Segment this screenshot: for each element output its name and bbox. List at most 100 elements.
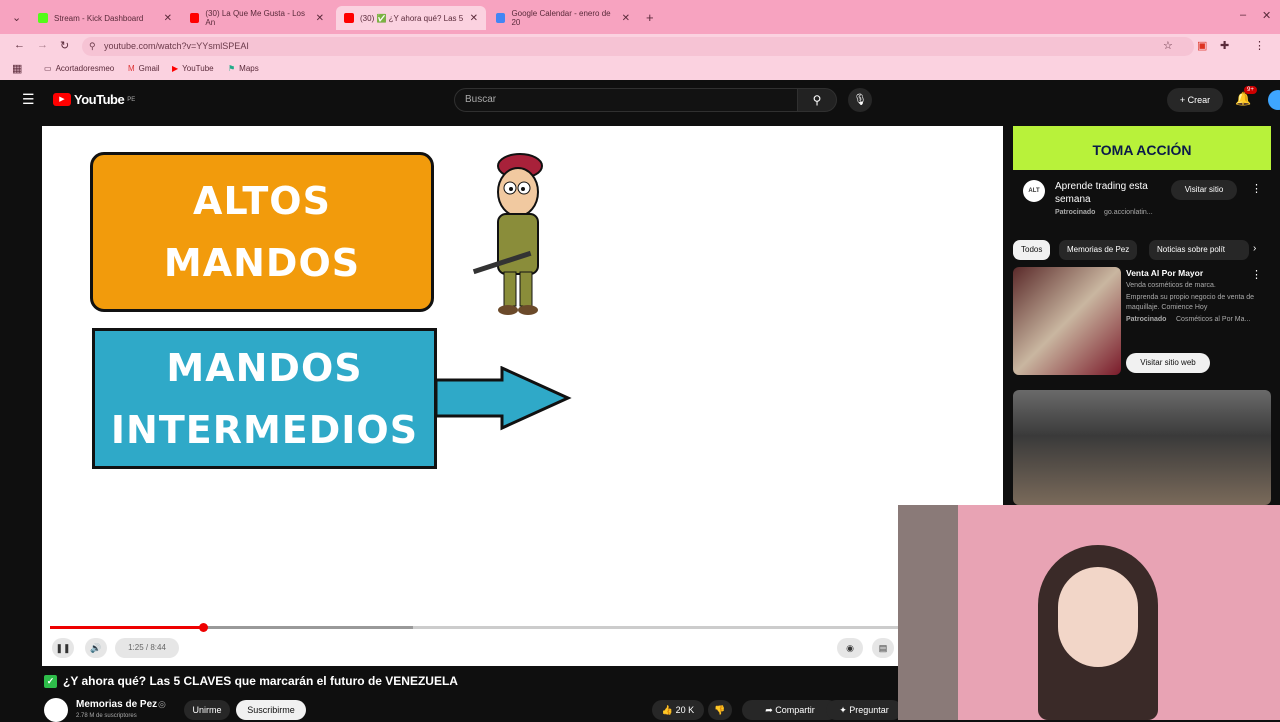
bookmark-label: Acortadoresmeo <box>55 64 115 73</box>
bookmark-star-icon[interactable]: ☆ <box>1163 39 1173 52</box>
sparkle-icon: ✦ <box>839 705 847 715</box>
check-icon: ✓ <box>44 674 57 688</box>
channel-name[interactable]: Memorias de Pez <box>76 699 157 710</box>
subscriber-count: 2.78 M de suscriptores <box>76 713 137 719</box>
close-icon[interactable]: ✕ <box>316 13 324 24</box>
menu-icon[interactable]: ⋮ <box>1254 39 1265 52</box>
ask-button[interactable]: ✦ Preguntar <box>826 700 902 720</box>
ad2-sponsor-label: Patrocinado <box>1126 316 1167 323</box>
create-button[interactable]: + Crear <box>1167 88 1223 112</box>
chip-todos[interactable]: Todos <box>1013 240 1051 260</box>
extension-icon[interactable]: ▣ <box>1197 39 1207 52</box>
more-options-icon[interactable]: ⋮ <box>1251 182 1262 195</box>
tab-youtube-active[interactable]: (30) ✅ ¿Y ahora qué? Las 5 ✕ <box>336 6 486 30</box>
ad-banner[interactable]: TOMA ACCIÓN <box>1013 126 1271 170</box>
video-thumbnail[interactable] <box>1013 390 1271 505</box>
time-display: 1:25 / 8:44 <box>115 638 179 658</box>
tab-youtube-1[interactable]: (30) La Que Me Gusta - Los An ✕ <box>182 6 332 30</box>
ad2-domain: Cosméticos al Por Ma... <box>1176 316 1251 323</box>
gmail-icon: M <box>128 64 135 73</box>
dislike-button[interactable]: 👎 <box>708 700 732 720</box>
video-player[interactable]: ALTOS MANDOS MANDOS INTERMEDIOS <box>42 126 1003 666</box>
forward-icon[interactable]: → <box>37 39 48 51</box>
chip-noticias[interactable]: Noticias sobre polít <box>1149 240 1249 260</box>
close-icon[interactable]: ✕ <box>164 13 172 24</box>
bookmark-youtube[interactable]: ▶ YouTube <box>172 64 214 73</box>
player-controls: ❚❚ 🔊 1:25 / 8:44 ◉ ▤ <box>42 620 898 666</box>
share-button[interactable]: ➦ Compartir <box>742 700 838 720</box>
extensions-puzzle-icon[interactable]: ✚ <box>1220 39 1229 52</box>
thumbs-up-icon: 👍 <box>661 705 674 715</box>
visit-website-button[interactable]: Visitar sitio web <box>1126 353 1210 373</box>
video-title: ¿Y ahora qué? Las 5 CLAVES que marcarán … <box>63 674 458 688</box>
volume-button[interactable]: 🔊 <box>85 638 107 658</box>
arrow-right-graphic <box>434 366 572 431</box>
calendar-favicon-icon <box>496 13 506 23</box>
visit-site-button[interactable]: Visitar sitio <box>1171 180 1237 200</box>
ad-sponsor-label: Patrocinado <box>1055 209 1096 216</box>
subtitles-button[interactable]: ▤ <box>872 638 894 658</box>
sponsored-ad[interactable]: TOMA ACCIÓN ALT Aprende trading esta sem… <box>1013 126 1271 230</box>
subscribe-button[interactable]: Suscribirme <box>236 700 306 720</box>
tab-kick[interactable]: Stream - Kick Dashboard ✕ <box>30 6 180 30</box>
region-label: PE <box>127 96 136 103</box>
scrubber-handle[interactable] <box>198 623 208 632</box>
avatar[interactable] <box>1268 90 1280 110</box>
filter-chips: Todos Memorias de Pez Noticias sobre pol… <box>1013 240 1271 260</box>
tab-calendar[interactable]: Google Calendar - enero de 20 ✕ <box>488 6 638 30</box>
like-count: 20 K <box>675 705 695 715</box>
chevron-right-icon[interactable]: › <box>1253 243 1256 254</box>
site-info-icon[interactable]: ⚲ <box>89 37 96 56</box>
room-background <box>898 505 958 720</box>
pause-button[interactable]: ❚❚ <box>52 638 74 658</box>
reload-icon[interactable]: ↻ <box>60 39 69 52</box>
back-icon[interactable]: ← <box>14 39 25 51</box>
close-icon[interactable]: ✕ <box>622 13 630 24</box>
ask-label: Preguntar <box>849 705 889 715</box>
progress-bar[interactable] <box>50 623 898 632</box>
more-options-icon[interactable]: ⋮ <box>1251 268 1262 281</box>
chip-memorias[interactable]: Memorias de Pez <box>1059 240 1138 260</box>
search-input[interactable]: Buscar <box>454 88 798 112</box>
folder-icon: ▭ <box>44 64 52 73</box>
soldier-illustration <box>472 153 543 315</box>
bookmark-gmail[interactable]: M Gmail <box>128 64 160 73</box>
minimize-icon[interactable]: – <box>1240 9 1246 21</box>
ad2-title[interactable]: Venta Al Por Mayor <box>1126 268 1203 278</box>
ad-thumbnail[interactable] <box>1013 267 1121 375</box>
youtube-logo[interactable]: ▶ YouTube PE <box>53 92 135 107</box>
share-icon: ➦ <box>765 705 773 715</box>
mic-icon: 🎙 <box>853 94 867 106</box>
url-field[interactable]: ⚲ youtube.com/watch?v=YYsmlSPEAI <box>82 37 1194 56</box>
youtube-header: ☰ ▶ YouTube PE Buscar ⚲ 🎙 + Crear 🔔 9+ <box>0 82 1280 118</box>
window-close-icon[interactable]: ✕ <box>1262 9 1271 22</box>
box2-line2: INTERMEDIOS <box>110 407 419 452</box>
close-icon[interactable]: ✕ <box>470 13 478 24</box>
new-tab-icon[interactable]: + <box>646 10 654 25</box>
box1-line2: MANDOS <box>163 241 361 285</box>
apps-grid-icon[interactable]: ▦ <box>12 62 22 75</box>
mandos-intermedios-box: MANDOS INTERMEDIOS <box>92 328 437 469</box>
notifications-button[interactable]: 🔔 9+ <box>1235 86 1257 107</box>
search-icon: ⚲ <box>812 93 822 107</box>
video-title-row: ✓ ¿Y ahora qué? Las 5 CLAVES que marcará… <box>44 674 458 688</box>
voice-search-button[interactable]: 🎙 <box>848 88 872 112</box>
channel-avatar[interactable] <box>44 698 68 722</box>
hamburger-menu-icon[interactable]: ☰ <box>22 91 35 108</box>
bookmark-acortadores[interactable]: ▭ Acortadoresmeo <box>44 64 114 73</box>
tab-list-icon[interactable]: ⌄ <box>12 11 21 24</box>
like-button[interactable]: 👍 20 K <box>652 700 704 720</box>
kick-favicon-icon <box>38 13 48 23</box>
join-button[interactable]: Unirme <box>184 700 230 720</box>
address-bar-row: ← → ↻ ⚲ youtube.com/watch?v=YYsmlSPEAI ☆… <box>0 34 1280 58</box>
search-button[interactable]: ⚲ <box>797 88 837 112</box>
bookmark-maps[interactable]: ⚑ Maps <box>228 64 259 73</box>
youtube-favicon-icon <box>190 13 200 23</box>
logo-text: YouTube <box>74 92 125 107</box>
ad2-desc2: Emprenda su propio negocio de venta de m… <box>1126 294 1255 311</box>
pause-icon: ❚❚ <box>55 643 71 653</box>
autoplay-toggle[interactable]: ◉ <box>837 638 863 658</box>
ad-title[interactable]: Aprende trading esta semana <box>1055 180 1165 206</box>
bookmark-label: Gmail <box>138 64 160 73</box>
volume-icon: 🔊 <box>90 643 102 653</box>
